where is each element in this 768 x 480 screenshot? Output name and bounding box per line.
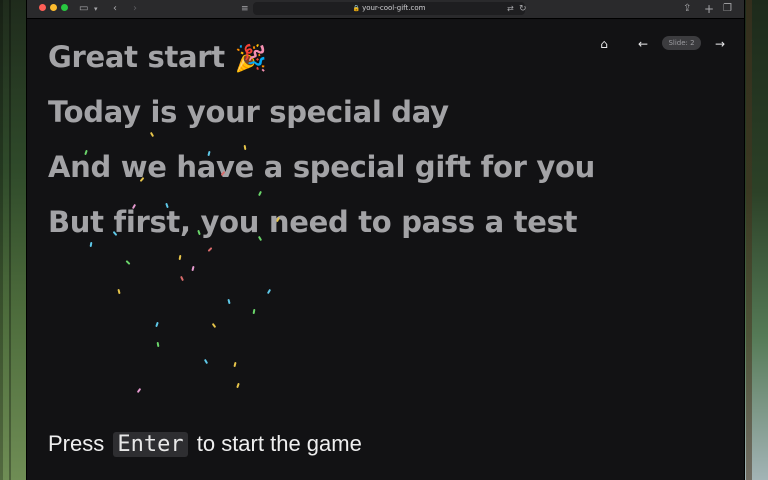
zoom-window-button[interactable] xyxy=(61,4,68,11)
confetti-piece xyxy=(211,322,217,329)
sidebar-icon[interactable]: ▭ xyxy=(79,1,88,17)
confetti-piece xyxy=(125,260,131,265)
lock-icon: 🔒 xyxy=(352,5,361,12)
confetti-piece xyxy=(89,241,93,248)
confetti-piece xyxy=(156,341,160,348)
confetti-piece xyxy=(165,202,169,209)
browser-window: ▭ ▾ ‹ › ≡ 🔒 your-cool-gift.com ⇄ ↻ ⇪ + ❐ … xyxy=(26,0,745,480)
reader-icon[interactable]: ≡ xyxy=(241,1,249,17)
confetti-piece xyxy=(191,265,195,272)
share-icon[interactable]: ⇪ xyxy=(683,1,691,17)
address-url: your-cool-gift.com xyxy=(362,4,426,12)
close-window-button[interactable] xyxy=(39,4,46,11)
headline-text: Great start xyxy=(48,40,225,74)
confetti-piece xyxy=(258,190,262,197)
confetti-piece xyxy=(207,247,213,252)
party-popper-icon: 🎉 xyxy=(234,44,267,74)
confetti-piece xyxy=(233,361,237,368)
address-bar[interactable]: 🔒 your-cool-gift.com xyxy=(253,2,525,15)
home-icon[interactable]: ⌂ xyxy=(595,36,613,52)
headline-pass-test: But first, you need to pass a test xyxy=(48,205,578,239)
reload-icon[interactable]: ↻ xyxy=(519,1,527,17)
hint-text-before: Press xyxy=(48,431,105,456)
next-slide-arrow-icon[interactable]: → xyxy=(711,36,729,52)
back-icon[interactable]: ‹ xyxy=(113,1,117,17)
enter-key-badge: Enter xyxy=(113,432,188,457)
confetti-piece xyxy=(203,358,209,365)
confetti-piece xyxy=(117,288,121,295)
confetti-piece xyxy=(136,387,142,394)
slide-content: Great start 🎉 Today is your special day … xyxy=(27,19,744,480)
chevron-down-icon[interactable]: ▾ xyxy=(94,1,98,17)
confetti-piece xyxy=(180,275,184,282)
minimize-window-button[interactable] xyxy=(50,4,57,11)
translate-icon[interactable]: ⇄ xyxy=(507,1,514,17)
confetti-piece xyxy=(266,288,272,295)
confetti-piece xyxy=(243,144,247,151)
slide-number-badge: Slide: 2 xyxy=(662,36,701,50)
confetti-piece xyxy=(155,321,159,328)
headline-great-start: Great start 🎉 xyxy=(48,40,267,74)
plus-icon[interactable]: + xyxy=(704,1,714,17)
headline-special-day: Today is your special day xyxy=(48,95,449,129)
start-game-hint: Press Enter to start the game xyxy=(48,431,362,457)
confetti-piece xyxy=(149,131,155,138)
confetti-piece xyxy=(227,298,231,305)
hint-text-after: to start the game xyxy=(196,431,362,456)
confetti-piece xyxy=(236,382,240,389)
confetti-piece xyxy=(252,308,256,315)
headline-special-gift: And we have a special gift for you xyxy=(48,150,595,184)
forward-icon[interactable]: › xyxy=(133,1,137,17)
tabs-icon[interactable]: ❐ xyxy=(723,1,732,17)
previous-slide-arrow-icon[interactable]: ← xyxy=(634,36,652,52)
browser-toolbar: ▭ ▾ ‹ › ≡ 🔒 your-cool-gift.com ⇄ ↻ ⇪ + ❐ xyxy=(27,0,744,19)
confetti-piece xyxy=(178,254,182,261)
